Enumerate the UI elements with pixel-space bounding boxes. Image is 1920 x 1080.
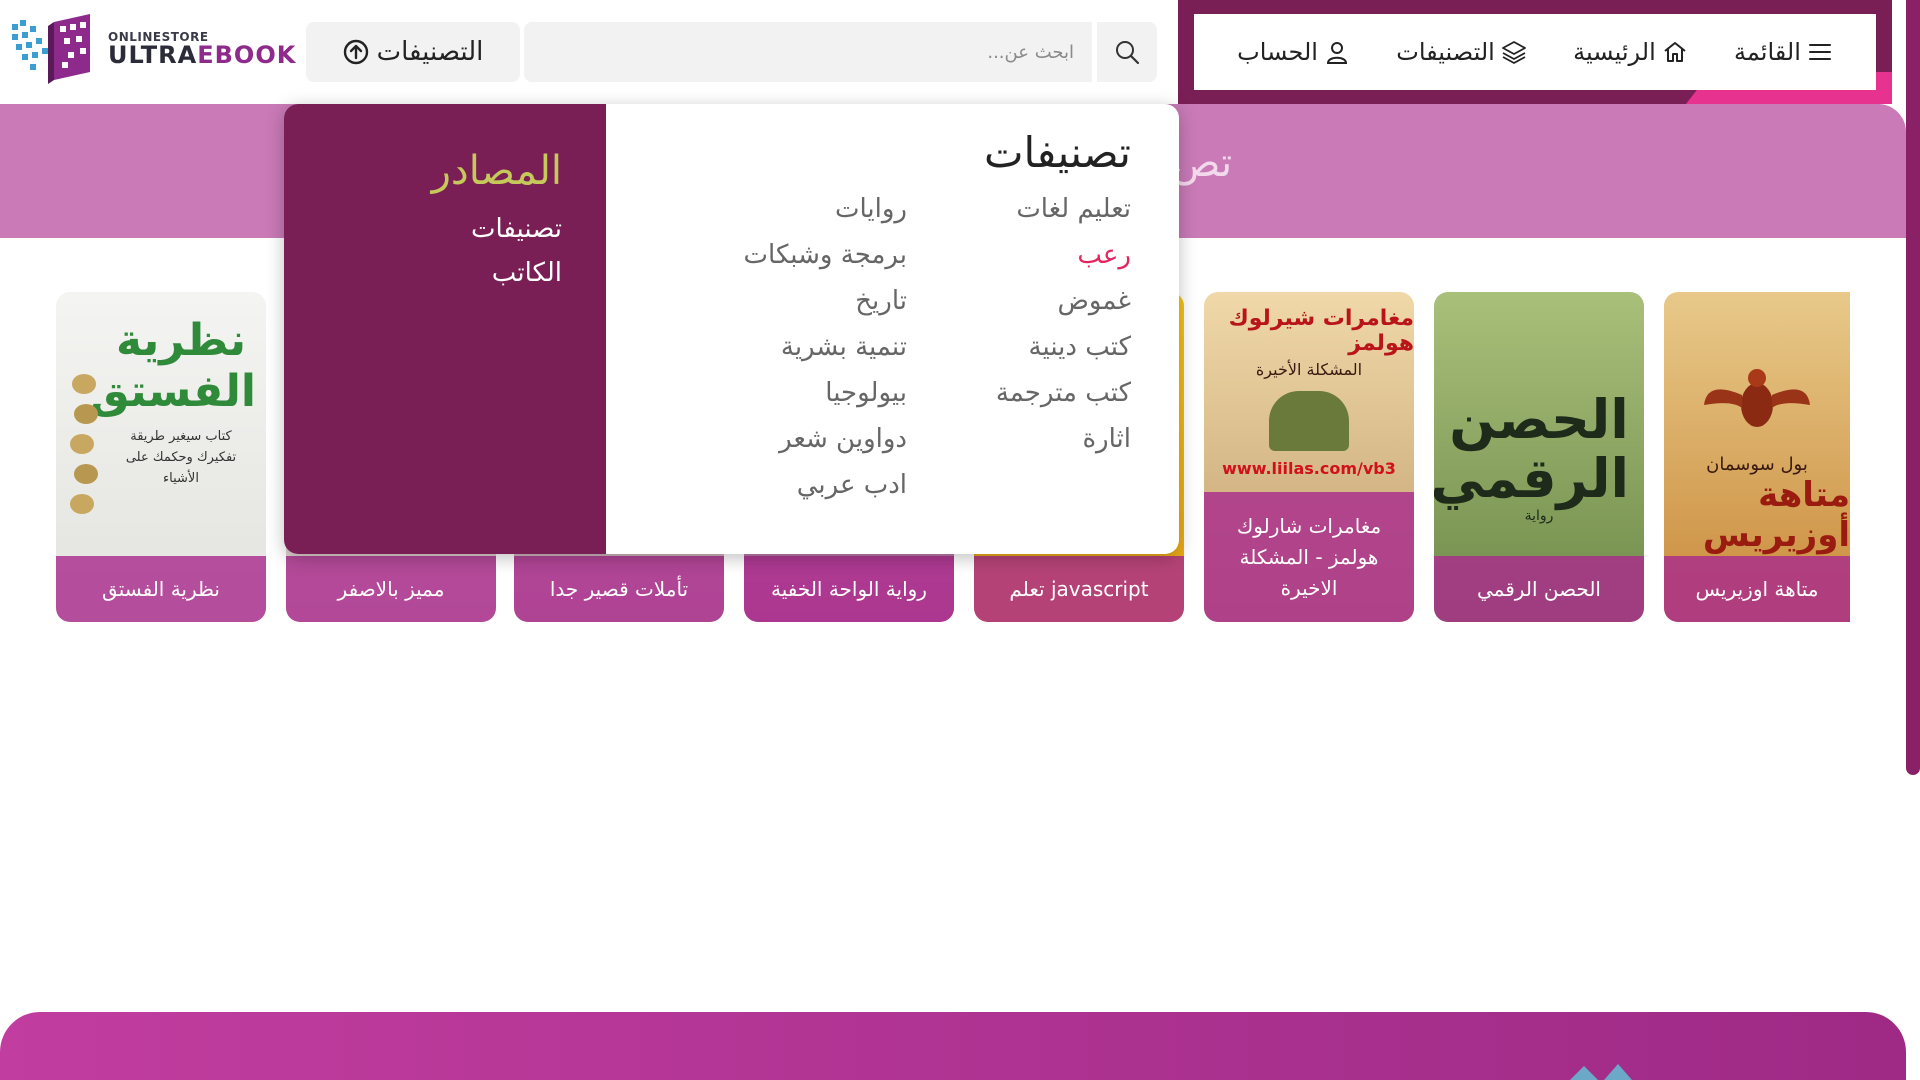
category-link[interactable]: تنمية بشرية bbox=[744, 332, 907, 378]
category-link-active[interactable]: رعب bbox=[996, 240, 1131, 286]
nav-item-account[interactable]: الحساب bbox=[1237, 38, 1350, 66]
nav-item-label: القائمة bbox=[1734, 38, 1801, 66]
category-link[interactable]: اثارة bbox=[996, 424, 1131, 470]
book-title: نظرية الفستق bbox=[56, 556, 266, 622]
book-title: javascript تعلم bbox=[974, 556, 1184, 622]
book-cover-title: نظرية الفستق bbox=[90, 315, 256, 417]
book-cover-watermark: www.liilas.com/vb3 bbox=[1222, 459, 1396, 478]
sources-list: تصنيفات الكاتب bbox=[471, 214, 562, 302]
menu-icon bbox=[1808, 44, 1831, 60]
user-icon bbox=[1326, 42, 1347, 64]
search-button[interactable] bbox=[1097, 22, 1157, 82]
logo-wordmark: ULTRAEBOOK bbox=[108, 41, 297, 69]
categories-button[interactable]: التصنيفات bbox=[306, 22, 520, 82]
nav-item-label: الرئيسية bbox=[1573, 38, 1656, 66]
book-title: مغامرات شارلوك هولمز - المشكلة الاخيرة bbox=[1204, 492, 1414, 622]
sources-panel: المصادر تصنيفات الكاتب bbox=[284, 104, 606, 554]
layers-icon bbox=[1501, 41, 1526, 64]
book-logo-icon bbox=[8, 10, 104, 88]
categories-button-label: التصنيفات bbox=[376, 37, 484, 67]
book-title: مميز بالاصفر bbox=[286, 556, 496, 622]
book-title: رواية الواحة الخفية bbox=[744, 556, 954, 622]
main-nav: القائمة الرئيسية التصنيفات الحساب bbox=[1194, 14, 1876, 90]
nav-item-label: التصنيفات bbox=[1396, 38, 1495, 66]
hero-title: تص bbox=[1172, 140, 1233, 186]
page-scrollbar[interactable] bbox=[1906, 0, 1920, 775]
category-link[interactable]: دواوين شعر bbox=[744, 424, 907, 470]
sources-title: المصادر bbox=[431, 148, 562, 194]
search-icon bbox=[1116, 41, 1140, 65]
book-title: الحصن الرقمي bbox=[1434, 556, 1644, 622]
home-icon bbox=[1664, 42, 1686, 62]
detective-image bbox=[1269, 391, 1349, 451]
category-link[interactable]: بيولوجيا bbox=[744, 378, 907, 424]
category-link[interactable]: غموض bbox=[996, 286, 1132, 332]
book-cover-title: الحصن الرقمي bbox=[1434, 387, 1629, 510]
scarab-image bbox=[1704, 368, 1810, 427]
book-cover-subtitle: كتاب سيغير طريقة تفكيرك وحكمك على الأشيا… bbox=[125, 429, 237, 486]
category-link[interactable]: ادب عربي bbox=[744, 470, 907, 516]
nav-item-label: الحساب bbox=[1237, 38, 1318, 66]
nav-item-menu[interactable]: القائمة bbox=[1734, 38, 1833, 66]
sources-link-author[interactable]: الكاتب bbox=[471, 258, 562, 288]
dropdown-title: تصنيفات bbox=[983, 128, 1131, 177]
categories-dropdown: المصادر تصنيفات الكاتب تصنيفات تعليم لغا… bbox=[284, 104, 1179, 554]
book-card[interactable]: نظرية الفستق كتاب سيغير طريقة تفكيرك وحك… bbox=[56, 292, 266, 622]
nav-item-categories[interactable]: التصنيفات bbox=[1396, 38, 1527, 66]
sources-link-categories[interactable]: تصنيفات bbox=[471, 214, 562, 244]
book-card[interactable]: الحصن الرقمي رواية الحصن الرقمي bbox=[1434, 292, 1644, 622]
book-card[interactable]: مغامرات شيرلوك هولمز المشكلة الأخيرة www… bbox=[1204, 292, 1414, 622]
book-card[interactable]: بول سوسمان متاهة أوزيريس متاهة اوزيريس bbox=[1664, 292, 1850, 622]
book-cover-subtitle: المشكلة الأخيرة bbox=[1255, 360, 1363, 379]
category-column-1: تعليم لغات رعب غموض كتب دينية كتب مترجمة… bbox=[996, 194, 1131, 470]
book-cover-subtitle: رواية bbox=[1524, 508, 1554, 525]
category-link[interactable]: تاريخ bbox=[744, 286, 907, 332]
pistachio-image bbox=[70, 374, 98, 514]
book-title: متاهة اوزيريس bbox=[1664, 556, 1850, 622]
footer-decoration-icon bbox=[1570, 1064, 1632, 1080]
search-field[interactable] bbox=[524, 22, 1092, 82]
category-link[interactable]: روايات bbox=[744, 194, 907, 240]
book-cover-title: مغامرات شيرلوك هولمز bbox=[1228, 306, 1414, 356]
category-column-2: روايات برمجة وشبكات تاريخ تنمية بشرية بي… bbox=[744, 194, 907, 516]
category-link[interactable]: برمجة وشبكات bbox=[744, 240, 907, 286]
book-title: تأملات قصير جدا bbox=[514, 556, 724, 622]
book-cover-author: بول سوسمان bbox=[1706, 453, 1808, 475]
category-link[interactable]: تعليم لغات bbox=[996, 194, 1131, 240]
site-logo[interactable]: ONLINESTORE ULTRAEBOOK bbox=[8, 8, 295, 90]
category-link[interactable]: كتب مترجمة bbox=[996, 378, 1131, 424]
nav-item-home[interactable]: الرئيسية bbox=[1573, 38, 1688, 66]
arrow-up-circle-icon bbox=[343, 39, 368, 65]
category-link[interactable]: كتب دينية bbox=[996, 332, 1131, 378]
search-input[interactable] bbox=[524, 22, 1092, 82]
book-cover-title: متاهة أوزيريس bbox=[1702, 474, 1850, 555]
